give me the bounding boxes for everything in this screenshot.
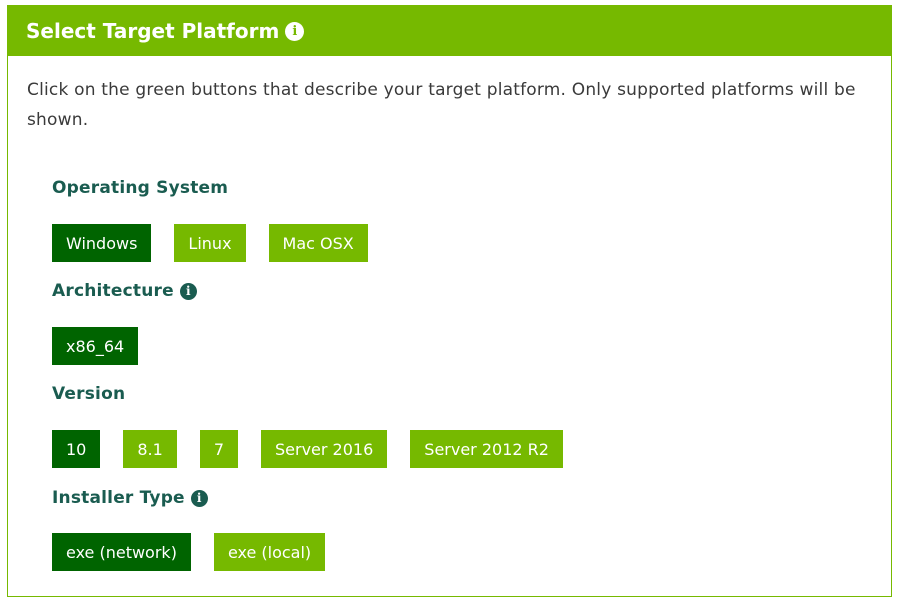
- section-label: Installer Type: [52, 488, 185, 508]
- info-icon[interactable]: i: [179, 282, 197, 300]
- info-icon[interactable]: i: [190, 489, 208, 507]
- section-title-installer-type: Installer Type i: [52, 488, 208, 508]
- os-options: Windows Linux Mac OSX: [52, 224, 391, 262]
- section-title-version: Version: [52, 384, 125, 404]
- section-title-operating-system: Operating System: [52, 178, 228, 198]
- version-options: 10 8.1 7 Server 2016 Server 2012 R2: [52, 430, 586, 468]
- option-server-2016-button[interactable]: Server 2016: [261, 430, 388, 468]
- option-windows-button[interactable]: Windows: [52, 224, 152, 262]
- section-label: Operating System: [52, 178, 229, 198]
- option-macosx-button[interactable]: Mac OSX: [268, 224, 368, 262]
- section-title-architecture: Architecture i: [52, 281, 197, 301]
- option-exe-local-button[interactable]: exe (local): [213, 533, 326, 571]
- panel-header: Select Target Platform i: [8, 6, 891, 56]
- section-label: Architecture: [52, 281, 174, 301]
- option-8-1-button[interactable]: 8.1: [123, 430, 177, 468]
- option-exe-network-button[interactable]: exe (network): [52, 533, 191, 571]
- select-target-platform-panel: Select Target Platform i Click on the gr…: [7, 5, 892, 597]
- option-7-button[interactable]: 7: [199, 430, 238, 468]
- panel-title: Select Target Platform: [26, 19, 280, 43]
- option-linux-button[interactable]: Linux: [174, 224, 246, 262]
- section-label: Version: [52, 384, 126, 404]
- option-server-2012-r2-button[interactable]: Server 2012 R2: [410, 430, 563, 468]
- info-icon[interactable]: i: [285, 21, 305, 41]
- option-10-button[interactable]: 10: [52, 430, 101, 468]
- architecture-options: x86_64: [52, 327, 161, 365]
- intro-text: Click on the green buttons that describe…: [27, 80, 856, 130]
- installer-type-options: exe (network) exe (local): [52, 533, 348, 571]
- option-x86-64-button[interactable]: x86_64: [52, 327, 139, 365]
